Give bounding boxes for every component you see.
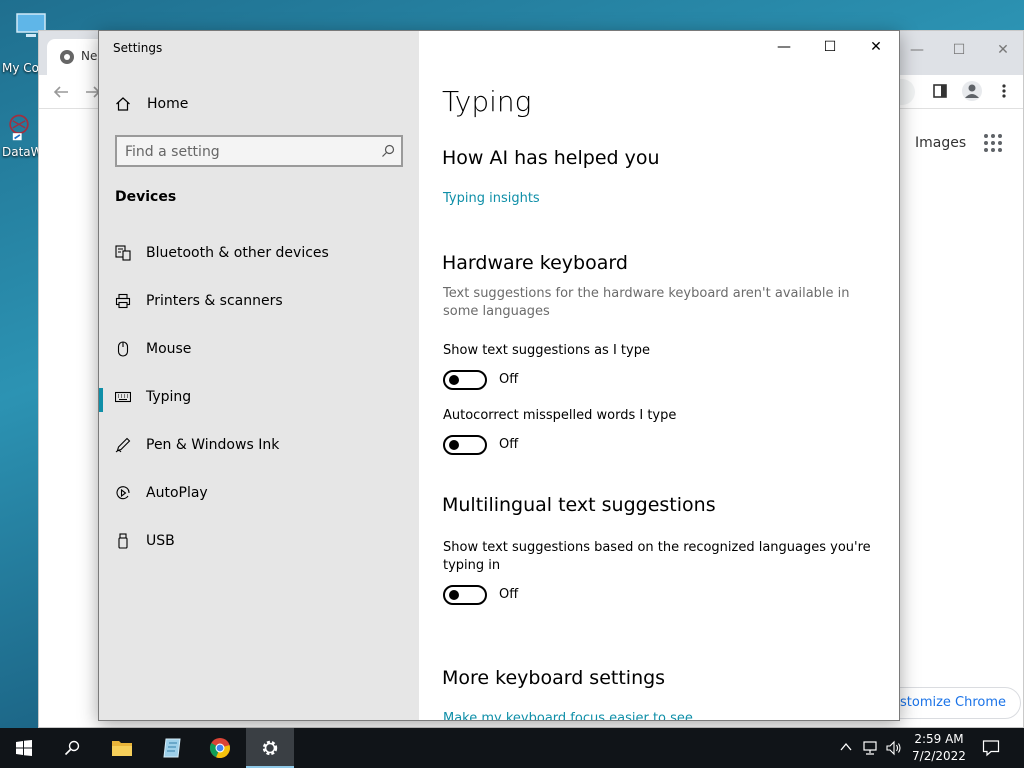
autocorrect-state: Off bbox=[499, 437, 519, 452]
network-icon[interactable] bbox=[862, 740, 878, 756]
taskbar-chrome[interactable] bbox=[196, 728, 244, 768]
keyboard-focus-link[interactable]: Make my keyboard focus easier to see bbox=[443, 711, 693, 720]
taskbar-clock[interactable]: 2:59 AM 7/2/2022 bbox=[906, 731, 972, 765]
minimize-button[interactable]: — bbox=[761, 31, 807, 63]
nav-item-label: Mouse bbox=[146, 341, 192, 357]
multilingual-label: Show text suggestions based on the recog… bbox=[443, 540, 871, 573]
maximize-button[interactable]: ☐ bbox=[807, 31, 853, 63]
page-title: Typing bbox=[442, 85, 532, 118]
customize-chrome-button[interactable]: stomize Chrome bbox=[879, 687, 1022, 719]
active-indicator bbox=[99, 388, 103, 412]
app-icon bbox=[163, 738, 181, 758]
taskbar: 2:59 AM 7/2/2022 bbox=[0, 728, 1024, 768]
autocorrect-toggle[interactable] bbox=[443, 435, 487, 455]
ai-heading: How AI has helped you bbox=[442, 147, 660, 169]
nav-item-label: Bluetooth & other devices bbox=[146, 245, 329, 261]
taskbar-file-explorer[interactable] bbox=[98, 728, 146, 768]
toggle-knob bbox=[449, 440, 459, 450]
chrome-minimize-button[interactable]: — bbox=[897, 37, 937, 63]
multilingual-toggle[interactable] bbox=[443, 585, 487, 605]
nav-item-label: AutoPlay bbox=[146, 485, 208, 501]
notifications-icon[interactable] bbox=[982, 739, 1000, 757]
pen-icon bbox=[115, 437, 131, 453]
taskbar-app[interactable] bbox=[148, 728, 196, 768]
bluetooth-devices-icon bbox=[115, 245, 131, 261]
nav-item-typing[interactable]: Typing bbox=[99, 378, 419, 418]
clock-time: 2:59 AM bbox=[914, 732, 964, 746]
nav-item-label: USB bbox=[146, 533, 175, 549]
multilingual-state: Off bbox=[499, 587, 519, 602]
show-suggestions-toggle[interactable] bbox=[443, 370, 487, 390]
keyboard-icon bbox=[115, 391, 131, 403]
chrome-favicon-icon bbox=[60, 50, 74, 64]
chrome-menu-icon[interactable] bbox=[1001, 83, 1007, 99]
search-icon bbox=[64, 740, 80, 756]
nav-home[interactable]: Home bbox=[99, 87, 419, 121]
toggle-knob bbox=[449, 375, 459, 385]
hardware-keyboard-heading: Hardware keyboard bbox=[442, 252, 628, 274]
hardware-keyboard-description: Text suggestions for the hardware keyboa… bbox=[443, 286, 850, 319]
typing-insights-link[interactable]: Typing insights bbox=[443, 191, 540, 206]
nav-item-label: Typing bbox=[146, 389, 192, 405]
clock-date: 7/2/2022 bbox=[912, 749, 966, 763]
nav-item-bluetooth[interactable]: Bluetooth & other devices bbox=[99, 234, 419, 274]
settings-content-pane: — ☐ ✕ Typing How AI has helped you Typin… bbox=[419, 31, 899, 720]
printer-icon bbox=[115, 293, 131, 309]
close-button[interactable]: ✕ bbox=[853, 31, 899, 63]
nav-home-label: Home bbox=[147, 96, 189, 112]
settings-window: Settings Home Devices Bluetooth & other … bbox=[98, 30, 900, 721]
nav-item-mouse[interactable]: Mouse bbox=[99, 330, 419, 370]
find-setting-search[interactable] bbox=[115, 135, 403, 167]
settings-nav-pane: Settings Home Devices Bluetooth & other … bbox=[99, 31, 419, 720]
toggle-knob bbox=[449, 590, 459, 600]
nav-section-label: Devices bbox=[115, 189, 177, 205]
mouse-icon bbox=[117, 341, 129, 357]
search-input[interactable] bbox=[125, 142, 365, 162]
chrome-tab-title: Ne bbox=[81, 49, 98, 63]
nav-item-autoplay[interactable]: AutoPlay bbox=[99, 474, 419, 514]
nav-item-pen[interactable]: Pen & Windows Ink bbox=[99, 426, 419, 466]
taskbar-settings[interactable] bbox=[246, 728, 294, 768]
nav-item-usb[interactable]: USB bbox=[99, 522, 419, 562]
volume-icon[interactable] bbox=[886, 740, 902, 756]
taskbar-search-button[interactable] bbox=[48, 728, 96, 768]
autocorrect-label: Autocorrect misspelled words I type bbox=[443, 408, 677, 423]
back-arrow-icon[interactable] bbox=[53, 85, 69, 99]
nav-item-label: Pen & Windows Ink bbox=[146, 437, 280, 453]
multilingual-heading: Multilingual text suggestions bbox=[442, 494, 716, 516]
nav-item-printers[interactable]: Printers & scanners bbox=[99, 282, 419, 322]
profile-avatar-icon[interactable] bbox=[961, 80, 983, 102]
app-shortcut-icon bbox=[9, 114, 29, 141]
file-explorer-icon bbox=[112, 741, 132, 756]
autoplay-icon bbox=[116, 486, 130, 500]
usb-icon bbox=[118, 533, 128, 549]
show-hidden-icons-icon[interactable] bbox=[840, 742, 852, 752]
chrome-close-button[interactable]: ✕ bbox=[983, 37, 1023, 63]
start-button[interactable] bbox=[0, 728, 48, 768]
images-link[interactable]: Images bbox=[915, 135, 966, 151]
side-panel-icon[interactable] bbox=[933, 84, 947, 98]
search-icon bbox=[382, 144, 395, 157]
show-suggestions-label: Show text suggestions as I type bbox=[443, 343, 650, 358]
apps-grid-icon[interactable] bbox=[983, 133, 1003, 153]
chrome-maximize-button[interactable]: ☐ bbox=[939, 37, 979, 63]
show-suggestions-state: Off bbox=[499, 372, 519, 387]
settings-gear-icon bbox=[262, 740, 278, 756]
home-icon bbox=[116, 97, 130, 111]
nav-item-label: Printers & scanners bbox=[146, 293, 283, 309]
window-title: Settings bbox=[113, 41, 163, 55]
chrome-icon bbox=[209, 738, 230, 759]
start-icon bbox=[16, 740, 32, 756]
more-keyboard-heading: More keyboard settings bbox=[442, 667, 666, 689]
